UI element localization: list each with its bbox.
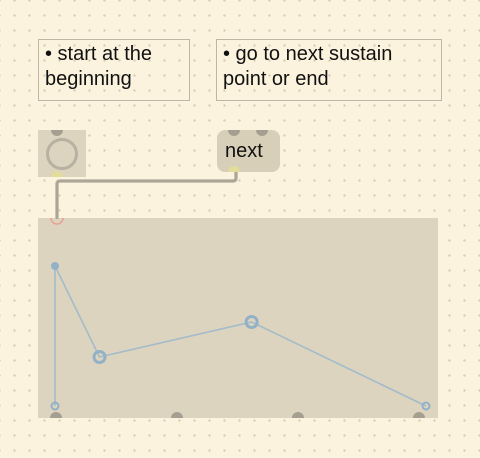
patch-overlay: [50, 166, 431, 411]
envelope-graph: [50, 262, 431, 411]
bang-outlet[interactable]: [51, 171, 63, 177]
patchcord-next-to-envelope[interactable]: [55, 171, 238, 219]
message-outlet[interactable]: [228, 166, 240, 172]
envelope-point[interactable]: [51, 262, 59, 270]
envelope-line: [54, 265, 427, 407]
